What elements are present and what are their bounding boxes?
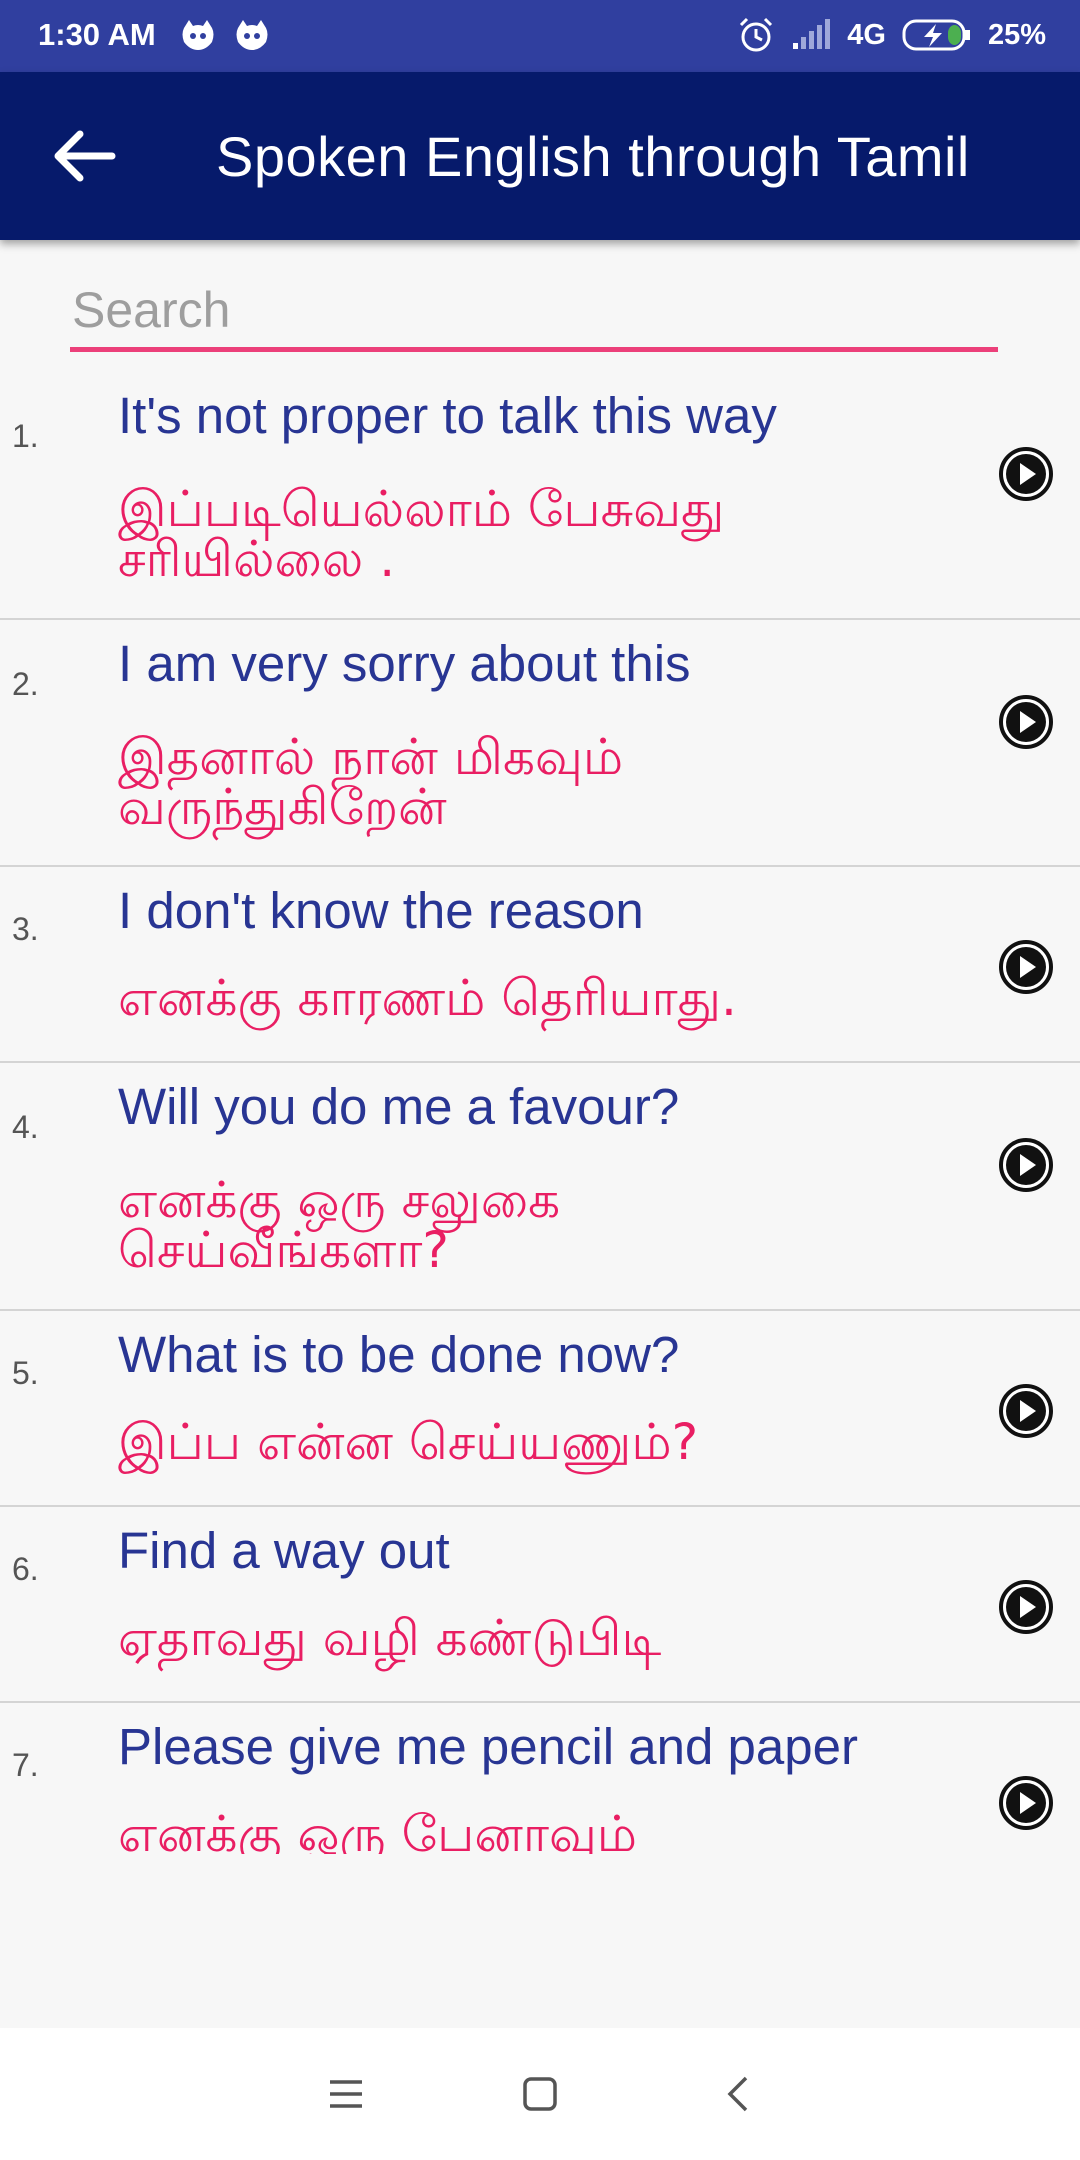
english-phrase: I am very sorry about this [118,635,691,692]
tamil-phrase: எனக்கு ஒரு சலுகை செய்வீங்களா? [118,1171,561,1279]
tamil-phrase: எனக்கு ஒரு பேனாவும் [118,1809,638,1854]
system-nav-bar [0,2028,1080,2160]
phrase-list[interactable]: 1. It's not proper to talk this way இப்ப… [0,372,1080,1854]
item-number: 6. [12,1551,39,1587]
play-icon[interactable] [998,1383,1054,1439]
battery-percent: 25% [987,18,1046,51]
tamil-phrase: இதனால் நான் மிகவும் வருந்துகிறேன் [118,728,624,836]
app-bar: Spoken English through Tamil [0,72,1080,240]
item-number: 3. [12,911,39,947]
play-icon[interactable] [998,1775,1054,1831]
list-item[interactable]: 7. Please give me pencil and paper எனக்க… [0,1703,1080,1854]
play-icon[interactable] [998,1137,1054,1193]
tamil-phrase: இப்ப என்ன செய்யணும்? [118,1413,699,1471]
status-time: 1:30 AM [38,17,156,52]
notification-app-icon [236,20,268,50]
page-title: Spoken English through Tamil [216,125,970,188]
item-number: 4. [12,1109,39,1145]
network-type: 4G [847,18,886,51]
menu-icon[interactable] [316,2064,376,2124]
play-icon[interactable] [998,1579,1054,1635]
play-icon[interactable] [998,939,1054,995]
notification-app-icon [182,20,214,50]
tamil-phrase: இப்படியெல்லாம் பேசுவது சரியில்லை . [118,480,725,588]
list-item[interactable]: 6. Find a way out ஏதாவது வழி கண்டுபிடி [0,1507,1080,1703]
english-phrase: What is to be done now? [118,1326,680,1383]
item-number: 5. [12,1355,39,1391]
status-right-group: 4G 25% [737,16,1046,54]
list-item[interactable]: 1. It's not proper to talk this way இப்ப… [0,372,1080,620]
item-number: 7. [12,1747,39,1783]
tamil-phrase: எனக்கு காரணம் தெரியாது. [118,969,737,1027]
back-chevron-icon[interactable] [710,2064,770,2124]
list-item[interactable]: 5. What is to be done now? இப்ப என்ன செய… [0,1311,1080,1507]
english-phrase: Find a way out [118,1522,450,1579]
tamil-phrase: ஏதாவது வழி கண்டுபிடி [118,1609,662,1667]
item-number: 1. [12,418,39,454]
english-phrase: I don't know the reason [118,882,644,939]
search-input[interactable] [70,272,998,352]
arrow-left-icon[interactable] [44,116,124,196]
battery-charging-icon [902,19,970,51]
item-number: 2. [12,666,39,702]
home-square-icon[interactable] [510,2064,570,2124]
list-item[interactable]: 3. I don't know the reason எனக்கு காரணம்… [0,867,1080,1063]
list-item[interactable]: 4. Will you do me a favour? எனக்கு ஒரு ச… [0,1063,1080,1311]
play-icon[interactable] [998,694,1054,750]
status-bar: 1:30 AM 4G 25% [0,0,1080,72]
english-phrase: Please give me pencil and paper [118,1718,858,1775]
alarm-icon [740,17,773,52]
play-icon[interactable] [998,446,1054,502]
list-item[interactable]: 2. I am very sorry about this இதனால் நான… [0,620,1080,867]
english-phrase: It's not proper to talk this way [118,387,777,444]
english-phrase: Will you do me a favour? [118,1078,680,1135]
signal-icon [793,19,831,49]
